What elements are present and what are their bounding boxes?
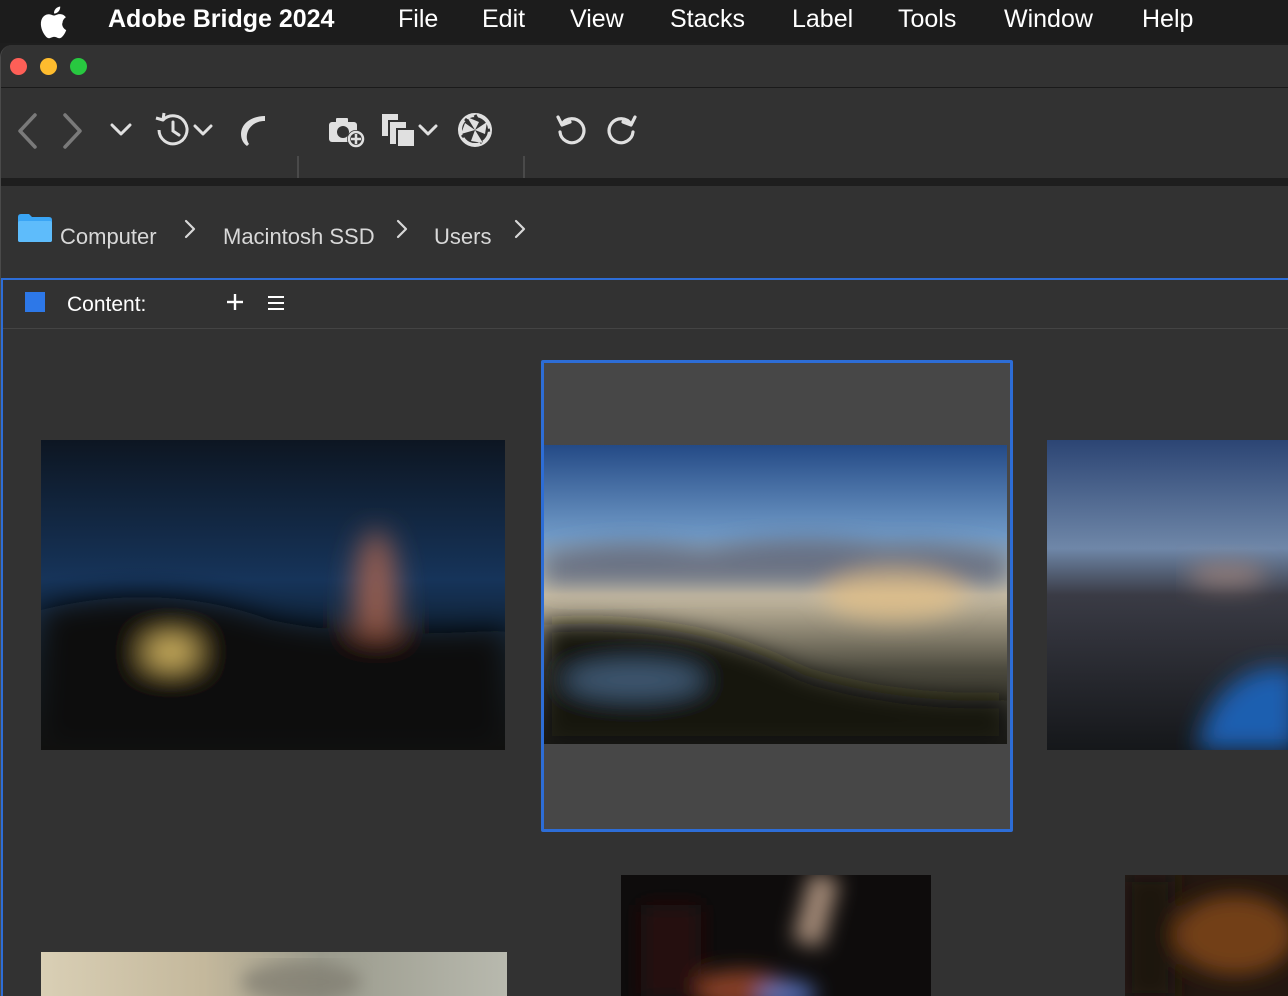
hamburger-menu-icon[interactable] [266,294,286,312]
toolbar-divider [1,178,1288,186]
coastal-dusk-photo [1047,440,1288,750]
folder-icon [18,214,52,242]
plus-icon[interactable] [225,292,245,312]
rotate-ccw-icon[interactable] [554,112,590,148]
aperture-icon[interactable] [457,112,493,148]
bridge-window: Computer Macintosh SSD Users Content: [0,45,1288,996]
menu-label[interactable]: Label [792,5,853,34]
thumbnail-coastal-dusk[interactable] [1047,440,1288,750]
thumbnail-bright-snow[interactable] [41,952,507,996]
dark-interior-photo [621,875,931,996]
menu-window[interactable]: Window [1004,5,1093,34]
back-icon[interactable] [13,112,41,150]
minimize-window-button[interactable] [40,58,57,75]
zoom-window-button[interactable] [70,58,87,75]
chevron-right-icon[interactable] [513,217,527,241]
menu-help[interactable]: Help [1142,5,1193,34]
content-panel-title: Content: [67,293,147,316]
menu-edit[interactable]: Edit [482,5,525,34]
bright-snow-photo [41,952,507,996]
boomerang-icon[interactable] [235,112,269,148]
thumbnail-warm-interior[interactable] [1125,875,1288,996]
menu-file[interactable]: File [398,5,438,34]
title-bar [1,45,1288,88]
menu-app-name[interactable]: Adobe Bridge 2024 [108,5,334,34]
breadcrumb-users[interactable]: Users [434,224,491,250]
warm-interior-photo [1125,875,1288,996]
apple-icon[interactable] [38,4,72,40]
rotate-cw-icon[interactable] [603,112,639,148]
chevron-right-icon[interactable] [395,217,409,241]
menu-bar: Adobe Bridge 2024 File Edit View Stacks … [0,0,1288,43]
breadcrumb-macintosh-ssd[interactable]: Macintosh SSD [223,224,375,250]
thumbnail-night-sky[interactable] [41,440,505,750]
content-panel-header: Content: [3,280,1288,329]
mountain-sunrise-photo [544,445,1007,744]
chevron-right-icon [184,219,196,239]
copy-icon[interactable] [380,112,442,148]
camera-import-icon[interactable] [327,112,367,150]
thumbnail-dark-interior[interactable] [621,875,931,996]
forward-icon[interactable] [59,112,87,150]
menu-tools[interactable]: Tools [898,5,956,34]
close-window-button[interactable] [10,58,27,75]
night-sky-photo [41,440,505,750]
thumbnail-mountain-sunrise[interactable] [544,445,1007,744]
content-panel: Content: [1,278,1288,996]
chevron-down-icon[interactable] [109,122,133,138]
menu-stacks[interactable]: Stacks [670,5,745,34]
path-bar: Computer Macintosh SSD Users [1,186,1288,276]
panel-indicator [25,292,45,312]
breadcrumb-computer[interactable]: Computer [60,224,157,250]
menu-view[interactable]: View [570,5,624,34]
history-icon[interactable] [153,112,215,148]
